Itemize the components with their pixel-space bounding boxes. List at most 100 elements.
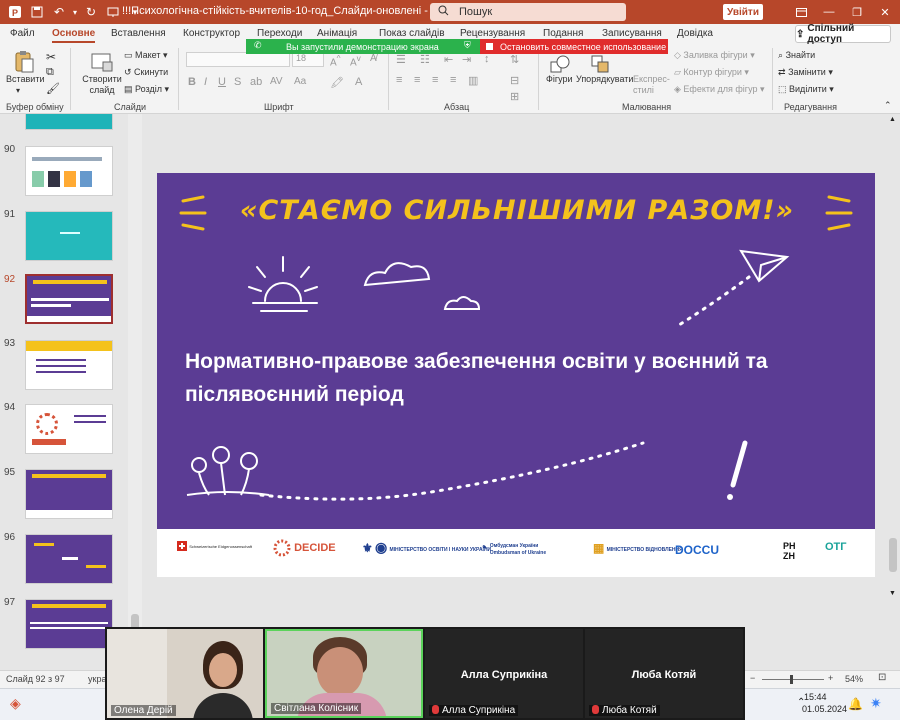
taskbar-app-icon[interactable]: ◈ (10, 695, 21, 712)
search-box[interactable]: Пошук (430, 3, 626, 21)
shape-effects-button[interactable]: ◈ Ефекти для фігур ▾ (674, 84, 765, 95)
change-case-icon[interactable]: Aa (294, 76, 306, 87)
paste-icon[interactable] (12, 50, 34, 73)
shape-outline-button[interactable]: ▱ Контур фігури ▾ (674, 67, 749, 78)
undo-dropdown-icon[interactable]: ▾ (70, 0, 80, 24)
reset-button[interactable]: ↺ Скинути (124, 67, 168, 78)
find-button[interactable]: ⌕ Знайти (778, 50, 815, 61)
tab-help[interactable]: Довідка (677, 28, 713, 39)
justify-icon[interactable]: ≡ (450, 74, 456, 86)
slide-thumbnail[interactable] (25, 534, 113, 584)
redo-icon[interactable]: ↻ (80, 0, 102, 24)
highlight-icon[interactable]: 🖍 (330, 76, 344, 89)
text-direction-icon[interactable]: ⇅ (510, 53, 519, 66)
tab-insert[interactable]: Вставлення (111, 28, 166, 39)
video-tile[interactable]: Алла Суприкіна Алла Суприкіна (425, 629, 583, 718)
font-name-input[interactable] (186, 52, 290, 67)
language-indicator[interactable]: укра (88, 674, 106, 684)
underline-icon[interactable]: U (218, 76, 226, 88)
video-tile[interactable]: Олена Дерій (107, 629, 263, 718)
increase-font-icon[interactable]: A^ (330, 53, 341, 68)
ribbon-display-icon[interactable] (787, 0, 815, 24)
save-icon[interactable] (26, 0, 48, 24)
slide-thumbnail[interactable] (25, 404, 113, 454)
restore-icon[interactable]: ❐ (843, 0, 871, 24)
fit-slide-icon[interactable]: ⊡ (878, 672, 886, 683)
scroll-up-icon[interactable]: ▲ (889, 116, 896, 123)
new-slide-icon[interactable] (90, 50, 113, 72)
zoom-level[interactable]: 54% (845, 674, 863, 684)
slide-thumbnail[interactable] (25, 114, 113, 130)
layout-button[interactable]: ▭ Макет ▾ (124, 50, 168, 61)
increase-indent-icon[interactable]: ⇥ (462, 53, 471, 66)
thumbnail-scrollbar[interactable] (128, 114, 142, 670)
copy-icon[interactable]: ⧉ (46, 66, 54, 79)
shape-fill-button[interactable]: ◇ Заливка фігури ▾ (674, 50, 755, 61)
slide-thumbnail[interactable] (25, 340, 113, 390)
zoom-in-icon[interactable]: + (828, 673, 833, 683)
align-text-icon[interactable]: ⊟ (510, 74, 519, 87)
align-right-icon[interactable]: ≡ (432, 74, 438, 86)
collapse-ribbon-icon[interactable]: ⌃ (884, 100, 892, 111)
shapes-button[interactable]: Фігури (546, 74, 573, 84)
video-tile[interactable]: Люба Котяй Люба Котяй (585, 629, 743, 718)
slide-thumbnail[interactable] (25, 211, 113, 261)
cut-icon[interactable]: ✂ (46, 50, 56, 64)
strikethrough-icon[interactable]: ab (250, 76, 262, 88)
decrease-indent-icon[interactable]: ⇤ (444, 53, 453, 66)
copilot-icon[interactable]: ✷ (870, 695, 882, 712)
tab-view[interactable]: Подання (543, 28, 583, 39)
close-icon[interactable]: ✕ (871, 0, 899, 24)
char-spacing-icon[interactable]: AV (270, 76, 283, 87)
undo-icon[interactable]: ↶ (48, 0, 70, 24)
slide-scrollbar[interactable]: ▲ ▼ (886, 114, 900, 670)
tab-animations[interactable]: Анімація (317, 28, 357, 39)
slide-thumbnail[interactable] (25, 469, 113, 519)
clear-format-icon[interactable]: A̸ (370, 53, 377, 64)
bullets-icon[interactable]: ☰ (396, 53, 406, 66)
tab-home[interactable]: Основне (52, 28, 96, 43)
notification-bell-icon[interactable]: 🔔 (848, 697, 863, 711)
smartart-icon[interactable]: ⊞ (510, 90, 519, 103)
select-button[interactable]: ⬚ Виділити ▾ (778, 84, 834, 95)
slide-thumbnail[interactable] (25, 146, 113, 196)
video-tile-active-speaker[interactable]: Світлана Колісник (265, 629, 423, 718)
font-color-icon[interactable]: A (355, 76, 362, 88)
quick-styles-button[interactable]: Експрес-стилі (633, 74, 670, 96)
arrange-button[interactable]: Упорядкувати (576, 74, 633, 84)
section-button[interactable]: ▤ Розділ ▾ (124, 84, 169, 95)
present-icon[interactable] (102, 0, 124, 24)
new-slide-button[interactable]: Створити слайд (82, 74, 122, 96)
shadow-icon[interactable]: S (234, 76, 241, 88)
scroll-down-icon[interactable]: ▼ (889, 590, 896, 597)
zoom-slider[interactable] (762, 679, 824, 680)
format-painter-icon[interactable]: 🖌 (46, 82, 60, 95)
replace-button[interactable]: ⇄ Замінити ▾ (778, 67, 833, 78)
paste-dropdown-icon[interactable]: ▾ (16, 86, 20, 95)
zoom-out-icon[interactable]: − (750, 673, 755, 683)
bold-icon[interactable]: B (188, 76, 196, 88)
minimize-icon[interactable]: — (815, 0, 843, 24)
tab-review[interactable]: Рецензування (460, 28, 525, 39)
italic-icon[interactable]: I (204, 76, 207, 88)
font-size-input[interactable]: 18 (292, 52, 324, 67)
slide-thumbnail[interactable] (25, 599, 113, 649)
align-left-icon[interactable]: ≡ (396, 74, 402, 86)
signin-button[interactable]: Увійти (723, 4, 763, 20)
shapes-icon[interactable] (549, 54, 571, 76)
numbering-icon[interactable]: ☷ (420, 53, 430, 66)
tab-slideshow[interactable]: Показ слайдів (379, 28, 445, 39)
decrease-font-icon[interactable]: Av (350, 53, 361, 68)
slide-thumbnail-selected[interactable] (25, 274, 113, 324)
slide-scroll-thumb[interactable] (889, 538, 897, 572)
tab-design[interactable]: Конструктор (183, 28, 240, 39)
arrange-icon[interactable] (590, 54, 612, 76)
tab-record[interactable]: Записування (602, 28, 662, 39)
stop-share-button[interactable]: Остановить совместное использование (480, 39, 668, 54)
share-button[interactable]: ⇪ Спільний доступ (795, 23, 891, 45)
columns-icon[interactable]: ▥ (468, 74, 478, 87)
line-spacing-icon[interactable]: ↕ (484, 53, 490, 65)
zoom-slider-handle[interactable] (790, 675, 793, 684)
tab-transitions[interactable]: Переходи (257, 28, 302, 39)
paste-button[interactable]: Вставити (6, 74, 45, 84)
